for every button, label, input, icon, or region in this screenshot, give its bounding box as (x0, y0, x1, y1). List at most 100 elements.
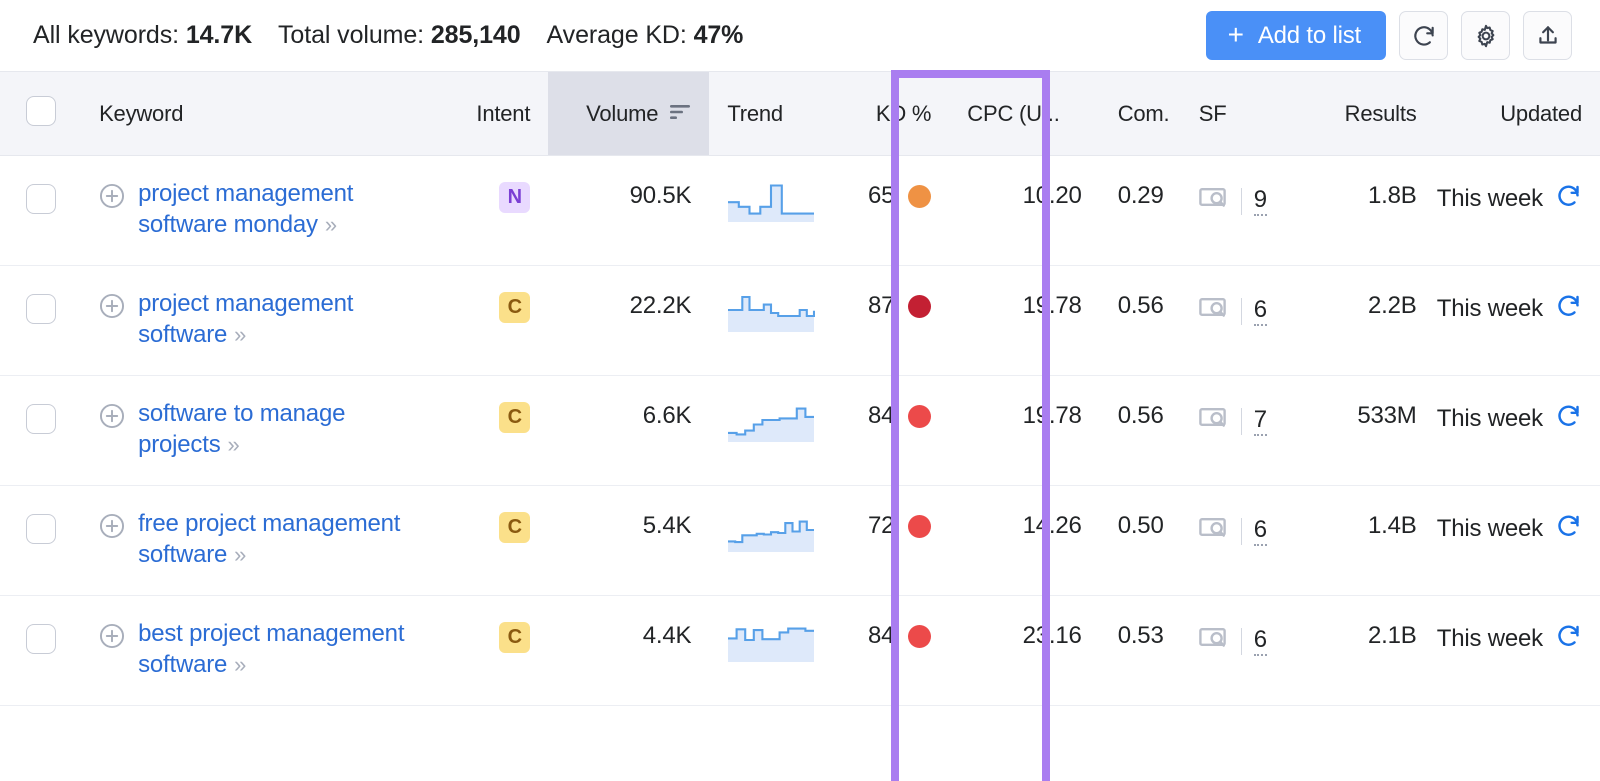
column-header-sf[interactable]: SF (1180, 71, 1288, 156)
column-header-cpc[interactable]: CPC (U... (949, 71, 1100, 156)
serp-features-icon[interactable] (1198, 624, 1229, 659)
keyword-link[interactable]: software to manage projects» (138, 399, 425, 460)
intent-badge[interactable]: C (499, 622, 531, 653)
volume-cell: 90.5K (548, 155, 710, 266)
kd-cell: 87 (826, 265, 950, 376)
updated-value: This week (1436, 295, 1543, 322)
row-refresh-icon[interactable] (1555, 622, 1582, 656)
cpc-cell: 23.16 (949, 595, 1100, 706)
keyword-cell: free project management software» (81, 485, 443, 596)
intent-badge[interactable]: C (499, 512, 531, 543)
add-to-list-button[interactable]: + Add to list (1205, 11, 1386, 60)
intent-badge[interactable]: C (499, 402, 531, 433)
updated-value: This week (1436, 405, 1543, 432)
export-button[interactable] (1523, 11, 1572, 60)
row-refresh-icon[interactable] (1555, 292, 1582, 326)
sf-cell: 6 (1180, 485, 1288, 596)
add-keyword-icon[interactable] (99, 513, 125, 539)
sf-count[interactable]: 6 (1253, 517, 1267, 546)
updated-cell: This week (1434, 265, 1600, 376)
kd-difficulty-dot (908, 514, 932, 538)
export-icon (1535, 23, 1561, 49)
settings-button[interactable] (1461, 11, 1510, 60)
column-header-intent[interactable]: Intent (442, 71, 549, 156)
column-header-kd[interactable]: KD % (826, 71, 950, 156)
gear-icon (1473, 23, 1499, 49)
row-checkbox[interactable] (25, 624, 56, 654)
row-checkbox[interactable] (25, 184, 56, 214)
keyword-expand-chevron-icon[interactable]: » (234, 542, 246, 567)
updated-value: This week (1436, 185, 1543, 212)
column-header-trend[interactable]: Trend (709, 71, 827, 156)
kd-cell: 84 (826, 375, 950, 486)
row-checkbox[interactable] (25, 514, 56, 544)
keyword-cell: project management software» (81, 265, 443, 376)
sf-count[interactable]: 6 (1253, 297, 1267, 326)
column-header-volume[interactable]: Volume (548, 71, 710, 156)
intent-cell: C (442, 265, 549, 376)
sf-divider (1240, 188, 1242, 215)
volume-cell: 22.2K (548, 265, 710, 376)
table-row: project management software» C 22.2K 87 19.7… (0, 265, 1600, 376)
keyword-expand-chevron-icon[interactable]: » (228, 432, 240, 457)
row-select-cell (0, 155, 82, 266)
add-keyword-icon[interactable] (99, 183, 125, 209)
kd-difficulty-dot (908, 404, 932, 428)
row-checkbox[interactable] (25, 404, 56, 434)
sf-cell: 6 (1180, 595, 1288, 706)
serp-features-icon[interactable] (1198, 294, 1229, 329)
keyword-link[interactable]: project management software monday» (138, 179, 425, 240)
add-keyword-icon[interactable] (99, 293, 125, 319)
row-select-cell (0, 485, 82, 596)
volume-cell: 4.4K (548, 595, 710, 706)
sf-cell: 7 (1180, 375, 1288, 486)
sf-count[interactable]: 9 (1253, 187, 1267, 216)
row-checkbox[interactable] (25, 294, 56, 324)
cpc-cell: 19.78 (949, 375, 1100, 486)
updated-value: This week (1436, 515, 1543, 542)
refresh-icon (1411, 23, 1437, 49)
row-refresh-icon[interactable] (1555, 182, 1582, 216)
row-refresh-icon[interactable] (1555, 402, 1582, 436)
intent-cell: C (442, 375, 549, 486)
competition-cell: 0.56 (1099, 375, 1181, 486)
kd-value: 72 (868, 512, 895, 539)
add-keyword-icon[interactable] (99, 623, 125, 649)
plus-icon: + (1227, 18, 1244, 50)
sf-count[interactable]: 6 (1253, 627, 1267, 656)
keyword-cell: best project management software» (81, 595, 443, 706)
keyword-link[interactable]: free project management software» (138, 509, 425, 570)
column-header-com[interactable]: Com. (1099, 71, 1181, 156)
stat-average-kd-value: 47% (693, 21, 744, 49)
trend-cell (709, 265, 827, 376)
table-header: Keyword Intent Volume Trend KD % CPC (U.… (0, 71, 1600, 156)
column-header-results[interactable]: Results (1287, 71, 1435, 156)
keyword-expand-chevron-icon[interactable]: » (234, 652, 246, 677)
serp-features-icon[interactable] (1198, 184, 1229, 219)
keyword-link[interactable]: best project management software» (138, 619, 425, 680)
serp-features-icon[interactable] (1198, 514, 1229, 549)
keyword-expand-chevron-icon[interactable]: » (325, 212, 337, 237)
results-cell: 1.8B (1287, 155, 1435, 266)
intent-badge[interactable]: C (499, 292, 531, 323)
row-select-cell (0, 375, 82, 486)
results-cell: 2.2B (1287, 265, 1435, 376)
intent-badge[interactable]: N (499, 182, 531, 213)
select-all-checkbox[interactable] (25, 95, 56, 126)
trend-sparkline (727, 288, 816, 341)
row-select-cell (0, 595, 82, 706)
intent-cell: C (442, 485, 549, 596)
refresh-button[interactable] (1399, 11, 1448, 60)
sf-count[interactable]: 7 (1253, 407, 1267, 436)
sf-divider (1240, 298, 1242, 325)
serp-features-icon[interactable] (1198, 404, 1229, 439)
column-header-keyword[interactable]: Keyword (81, 71, 443, 156)
column-header-updated[interactable]: Updated (1434, 71, 1600, 156)
table-body: project management software monday» N 90.5… (0, 155, 1600, 706)
keyword-expand-chevron-icon[interactable]: » (234, 322, 246, 347)
row-refresh-icon[interactable] (1555, 512, 1582, 546)
keyword-link[interactable]: project management software» (138, 289, 425, 350)
trend-cell (709, 155, 827, 266)
add-keyword-icon[interactable] (99, 403, 125, 429)
competition-cell: 0.53 (1099, 595, 1181, 706)
